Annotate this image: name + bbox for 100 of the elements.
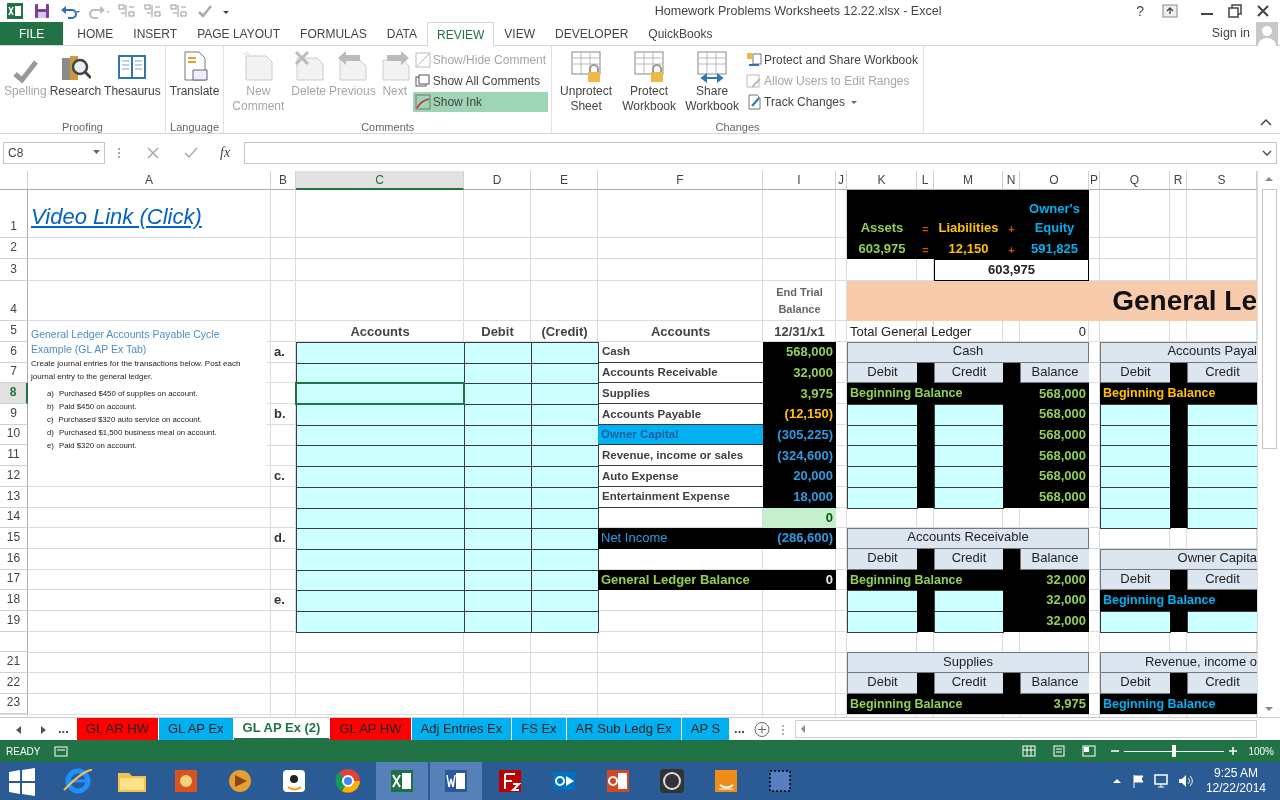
column-header[interactable]: B [271,171,296,190]
input-cell[interactable] [296,466,465,488]
ribbon-tab[interactable]: DEVELOPER [545,22,639,45]
ribbon-button[interactable]: Share Workbook [681,50,744,114]
input-cell[interactable] [296,528,465,550]
input-cell[interactable] [531,507,599,530]
input-cell[interactable] [1100,466,1171,488]
input-cell[interactable] [296,404,465,426]
input-cell[interactable] [531,383,599,406]
column-header[interactable]: F [598,171,763,190]
input-cell[interactable] [464,424,532,447]
input-cell[interactable] [296,569,465,592]
network-icon[interactable] [1153,774,1170,788]
input-cell[interactable] [531,445,599,468]
column-header[interactable]: E [531,171,598,190]
input-cell[interactable] [464,528,532,550]
input-cell[interactable] [1187,445,1257,468]
save-icon[interactable] [34,3,50,19]
row-header[interactable]: 22 [0,673,28,694]
input-cell[interactable] [934,486,1004,509]
collapse-ribbon-icon[interactable] [1260,117,1272,127]
input-cell[interactable] [296,507,465,530]
input-cell[interactable] [1187,424,1257,447]
ribbon-display-icon[interactable] [1162,4,1178,18]
input-cell[interactable] [464,590,532,612]
zoom-in-icon[interactable] [1228,745,1239,757]
row-header[interactable]: 3 [0,259,28,281]
row-header[interactable]: 17 [0,569,28,591]
input-cell[interactable] [847,590,918,612]
input-cell[interactable] [464,383,532,406]
clock-date[interactable]: 12/22/2014 [1205,781,1266,796]
sheet-tab[interactable]: Adj Entries Ex [411,718,513,740]
input-cell[interactable] [296,486,465,509]
input-cell[interactable] [934,610,1004,633]
column-header[interactable]: A [28,171,271,190]
input-cell[interactable] [934,466,1004,488]
input-cell[interactable] [296,548,465,571]
input-cell[interactable] [934,590,1004,612]
taskbar-button[interactable] [430,762,482,800]
input-cell[interactable] [464,342,532,364]
column-header[interactable]: M [934,171,1003,190]
column-header[interactable]: Q [1100,171,1170,190]
row-header[interactable]: 23 [0,693,28,715]
row-header[interactable]: 18 [0,590,28,611]
input-cell[interactable] [296,445,465,468]
insert-function-button[interactable]: fx [220,142,231,163]
column-header[interactable]: L [917,171,934,190]
sheet-tab[interactable]: AR Sub Ledg Ex [566,718,682,740]
input-cell[interactable] [464,610,532,633]
row-header[interactable]: 11 [0,445,28,467]
input-cell[interactable] [1187,610,1257,633]
input-cell[interactable] [464,445,532,468]
input-cell[interactable] [531,342,599,364]
input-cell[interactable] [531,404,599,426]
input-cell[interactable] [531,610,599,633]
macro-record-icon[interactable] [54,745,69,757]
input-cell[interactable] [934,404,1004,426]
input-cell[interactable] [531,548,599,571]
file-tab[interactable]: FILE [0,22,64,45]
sheet-tab[interactable]: FS Ex [512,718,567,740]
row-header[interactable]: 2 [0,238,28,259]
column-header[interactable]: O [1020,171,1089,190]
input-cell[interactable] [1187,466,1257,488]
row-header[interactable]: 12 [0,466,28,487]
dropdown-icon[interactable] [93,150,100,155]
input-cell[interactable] [1187,507,1257,530]
column-header[interactable]: N [1003,171,1020,190]
input-cell[interactable] [464,548,532,571]
column-header[interactable]: J [836,171,847,190]
formula-input[interactable] [244,141,1277,164]
input-cell[interactable] [531,528,599,550]
name-box[interactable]: C8 [3,141,105,164]
sheet-tab[interactable]: GL AR HW [76,718,159,740]
row-header[interactable]: 21 [0,652,28,673]
input-cell[interactable] [296,424,465,447]
ribbon-button[interactable]: Research [48,50,103,99]
spreadsheet-app-icon[interactable] [6,2,24,20]
row-header[interactable]: 9 [0,404,28,425]
column-header[interactable]: I [763,171,836,190]
ribbon-button[interactable]: Show Ink [412,92,549,112]
input-cell[interactable] [1100,404,1171,426]
taskbar-button[interactable] [376,762,428,800]
input-cell[interactable] [464,362,532,385]
input-cell[interactable] [934,445,1004,468]
input-cell[interactable] [464,569,532,592]
close-icon[interactable] [1256,4,1270,18]
input-cell[interactable] [296,590,465,612]
input-cell[interactable] [464,466,532,488]
input-cell[interactable] [531,466,599,488]
row-header[interactable]: 1 [0,190,28,238]
input-cell[interactable] [464,404,532,426]
expand-icon[interactable] [1262,149,1272,156]
ribbon-button[interactable]: Protect Workbook [618,50,681,114]
input-cell[interactable] [847,445,918,468]
row-header[interactable]: 15 [0,528,28,549]
scroll-thumb[interactable] [1261,189,1277,449]
row-header[interactable]: 4 [0,281,28,321]
input-cell[interactable] [531,486,599,509]
ribbon-tab[interactable]: DATA [376,22,427,45]
input-cell[interactable] [464,486,532,509]
